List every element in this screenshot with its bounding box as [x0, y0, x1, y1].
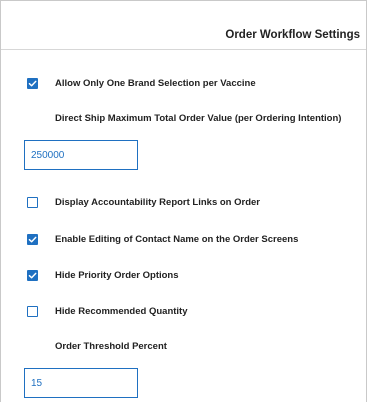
accountability-links-checkbox[interactable] [27, 196, 38, 208]
brand-selection-label: Allow Only One Brand Selection per Vacci… [55, 77, 256, 89]
hide-priority-label: Hide Priority Order Options [55, 269, 179, 281]
hide-recommended-checkbox[interactable] [27, 305, 38, 317]
setting-contact-name-editing[interactable]: Enable Editing of Contact Name on the Or… [27, 232, 298, 246]
accountability-links-label: Display Accountability Report Links on O… [55, 196, 260, 208]
setting-hide-recommended[interactable]: Hide Recommended Quantity [27, 304, 188, 318]
checkmark-icon [28, 80, 37, 86]
order-threshold-label: Order Threshold Percent [55, 341, 167, 352]
direct-ship-max-input[interactable] [24, 140, 138, 170]
panel-title: Order Workflow Settings [225, 29, 360, 41]
checkmark-icon [28, 272, 37, 278]
hide-recommended-label: Hide Recommended Quantity [55, 305, 188, 317]
brand-selection-checkbox[interactable] [27, 77, 38, 89]
setting-accountability-links[interactable]: Display Accountability Report Links on O… [27, 195, 260, 209]
hide-priority-checkbox[interactable] [27, 269, 38, 281]
panel-header: Order Workflow Settings [1, 1, 366, 50]
direct-ship-max-label: Direct Ship Maximum Total Order Value (p… [55, 113, 342, 124]
order-threshold-input[interactable] [24, 368, 138, 398]
checkmark-icon [28, 236, 37, 242]
contact-name-editing-label: Enable Editing of Contact Name on the Or… [55, 233, 299, 245]
order-workflow-settings-panel: Order Workflow Settings Allow Only One B… [0, 0, 367, 402]
setting-brand-selection[interactable]: Allow Only One Brand Selection per Vacci… [27, 76, 256, 90]
contact-name-editing-checkbox[interactable] [27, 233, 38, 245]
setting-hide-priority[interactable]: Hide Priority Order Options [27, 268, 179, 282]
